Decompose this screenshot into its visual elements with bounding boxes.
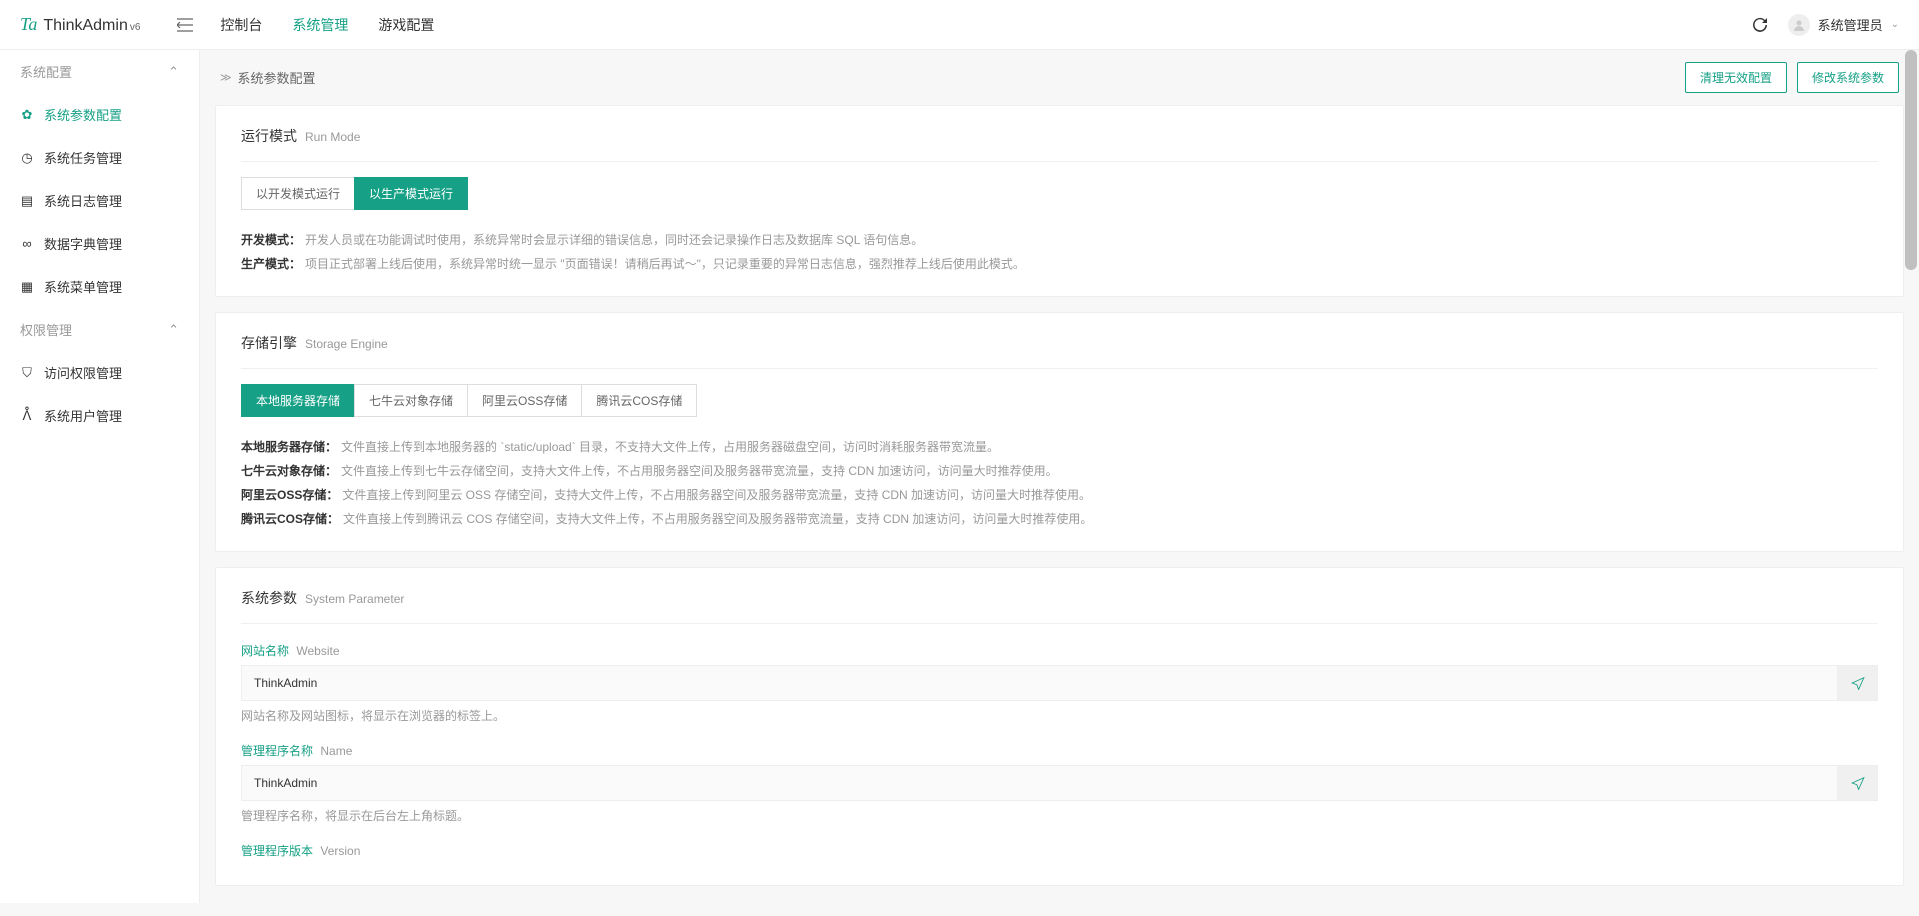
desc-aliyun: 阿里云OSS存储：文件直接上传到阿里云 OSS 存储空间，支持大文件上传，不占用… xyxy=(241,483,1878,507)
field-app-version: 管理程序版本 Version xyxy=(241,842,1878,859)
card-title: 系统参数 xyxy=(241,588,297,608)
topnav-system[interactable]: 系统管理 xyxy=(292,0,348,50)
card-title: 存储引擎 xyxy=(241,333,297,353)
desc-local: 本地服务器存储：文件直接上传到本地服务器的 `static/upload` 目录… xyxy=(241,435,1878,459)
sidebar-item-menu[interactable]: ▦ 系统菜单管理 xyxy=(0,265,199,308)
modify-params-button[interactable]: 修改系统参数 xyxy=(1797,62,1899,93)
page-actions: 清理无效配置 修改系统参数 xyxy=(1685,62,1899,93)
scrollbar-thumb[interactable] xyxy=(1905,50,1917,270)
brand-logo: Ta ThinkAdmin v6 xyxy=(20,14,140,35)
run-mode-card: 运行模式 Run Mode 以开发模式运行 以生产模式运行 开发模式：开发人员或… xyxy=(215,105,1904,297)
field-label: 管理程序名称 Name xyxy=(241,742,1878,759)
content-area: 运行模式 Run Mode 以开发模式运行 以生产模式运行 开发模式：开发人员或… xyxy=(200,105,1919,916)
hamburger-icon xyxy=(177,18,193,32)
topbar-right: 系统管理员 ⌄ xyxy=(1752,14,1899,36)
desc-qiniu: 七牛云对象存储：文件直接上传到七牛云存储空间，支持大文件上传，不占用服务器空间及… xyxy=(241,459,1878,483)
divider xyxy=(241,623,1878,624)
divider xyxy=(241,161,1878,162)
scrollbar[interactable] xyxy=(1905,50,1917,903)
desc-tencent: 腾讯云COS存储：文件直接上传到腾讯云 COS 存储空间，支持大文件上传，不占用… xyxy=(241,507,1878,531)
topnav-game[interactable]: 游戏配置 xyxy=(378,0,434,50)
field-website: 网站名称 Website 网站名称及网站图标，将显示在浏览器的标签上。 xyxy=(241,642,1878,724)
send-icon xyxy=(1851,676,1865,690)
chevron-up-icon: ⌃ xyxy=(168,322,179,338)
brand-name: ThinkAdmin xyxy=(43,17,127,35)
field-hint: 网站名称及网站图标，将显示在浏览器的标签上。 xyxy=(241,707,1878,724)
storage-card: 存储引擎 Storage Engine 本地服务器存储 七牛云对象存储 阿里云O… xyxy=(215,312,1904,552)
run-mode-tabs: 以开发模式运行 以生产模式运行 xyxy=(241,177,1878,210)
tab-dev-mode[interactable]: 以开发模式运行 xyxy=(241,177,355,210)
field-app-name: 管理程序名称 Name 管理程序名称，将显示在后台左上角标题。 xyxy=(241,742,1878,824)
sidebar-item-dict[interactable]: ∞ 数据字典管理 xyxy=(0,222,199,265)
sidebar-group-system: 系统配置 ⌃ ✿ 系统参数配置 ◷ 系统任务管理 ▤ 系统日志管理 ∞ 数据字典… xyxy=(0,50,199,308)
field-hint: 管理程序名称，将显示在后台左上角标题。 xyxy=(241,807,1878,824)
breadcrumb-arrow-icon: ≫ xyxy=(220,71,232,84)
sidebar-item-params[interactable]: ✿ 系统参数配置 xyxy=(0,93,199,136)
shield-icon: ⛉ xyxy=(20,365,34,381)
card-subtitle: Storage Engine xyxy=(305,337,388,351)
page-title: 系统参数配置 xyxy=(238,68,316,87)
sidebar-group-title[interactable]: 权限管理 ⌃ xyxy=(0,308,199,351)
gear-icon: ✿ xyxy=(20,107,34,123)
sidebar-item-users[interactable]: ᐰ 系统用户管理 xyxy=(0,394,199,437)
tab-tencent-storage[interactable]: 腾讯云COS存储 xyxy=(581,384,697,417)
user-name: 系统管理员 xyxy=(1818,15,1883,34)
send-icon xyxy=(1851,776,1865,790)
field-action-button[interactable] xyxy=(1838,765,1878,801)
brand-logo-icon: Ta xyxy=(20,14,37,35)
sidebar-collapse-button[interactable] xyxy=(170,10,200,40)
chevron-down-icon: ⌄ xyxy=(1891,19,1899,30)
topbar: Ta ThinkAdmin v6 控制台 系统管理 游戏配置 系统管理员 ⌄ xyxy=(0,0,1919,50)
brand-version: v6 xyxy=(130,22,141,33)
user-menu[interactable]: 系统管理员 ⌄ xyxy=(1788,14,1899,36)
sidebar-item-tasks[interactable]: ◷ 系统任务管理 xyxy=(0,136,199,179)
avatar-icon xyxy=(1788,14,1810,36)
desc-dev: 开发模式：开发人员或在功能调试时使用，系统异常时会显示详细的错误信息，同时还会记… xyxy=(241,228,1878,252)
clock-icon: ◷ xyxy=(20,150,34,166)
website-input[interactable] xyxy=(241,665,1838,701)
tab-prod-mode[interactable]: 以生产模式运行 xyxy=(354,177,468,210)
field-label: 网站名称 Website xyxy=(241,642,1878,659)
user-icon: ᐰ xyxy=(20,408,34,424)
divider xyxy=(241,368,1878,369)
params-card: 系统参数 System Parameter 网站名称 Website 网站名称及… xyxy=(215,567,1904,886)
sidebar: 系统配置 ⌃ ✿ 系统参数配置 ◷ 系统任务管理 ▤ 系统日志管理 ∞ 数据字典… xyxy=(0,50,200,903)
refresh-icon xyxy=(1752,17,1768,33)
sidebar-group-permission: 权限管理 ⌃ ⛉ 访问权限管理 ᐰ 系统用户管理 xyxy=(0,308,199,437)
card-subtitle: System Parameter xyxy=(305,592,404,606)
app-name-input[interactable] xyxy=(241,765,1838,801)
card-title: 运行模式 xyxy=(241,126,297,146)
card-subtitle: Run Mode xyxy=(305,130,360,144)
field-label: 管理程序版本 Version xyxy=(241,842,1878,859)
sidebar-item-logs[interactable]: ▤ 系统日志管理 xyxy=(0,179,199,222)
menu-icon: ▦ xyxy=(20,279,34,295)
tab-qiniu-storage[interactable]: 七牛云对象存储 xyxy=(354,384,468,417)
breadcrumb: ≫ 系统参数配置 xyxy=(220,68,316,87)
storage-tabs: 本地服务器存储 七牛云对象存储 阿里云OSS存储 腾讯云COS存储 xyxy=(241,384,1878,417)
topnav-console[interactable]: 控制台 xyxy=(220,0,262,50)
field-action-button[interactable] xyxy=(1838,665,1878,701)
chevron-up-icon: ⌃ xyxy=(168,64,179,80)
top-nav: 控制台 系统管理 游戏配置 xyxy=(220,0,434,50)
main-content: ≫ 系统参数配置 清理无效配置 修改系统参数 运行模式 Run Mode 以开发… xyxy=(200,50,1919,916)
page-header: ≫ 系统参数配置 清理无效配置 修改系统参数 xyxy=(200,50,1919,105)
doc-icon: ▤ xyxy=(20,193,34,209)
clean-config-button[interactable]: 清理无效配置 xyxy=(1685,62,1787,93)
tab-local-storage[interactable]: 本地服务器存储 xyxy=(241,384,355,417)
tab-aliyun-storage[interactable]: 阿里云OSS存储 xyxy=(467,384,582,417)
sidebar-group-title[interactable]: 系统配置 ⌃ xyxy=(0,50,199,93)
desc-prod: 生产模式：项目正式部署上线后使用，系统异常时统一显示 "页面错误！请稍后再试～"… xyxy=(241,252,1878,276)
sidebar-item-access[interactable]: ⛉ 访问权限管理 xyxy=(0,351,199,394)
loop-icon: ∞ xyxy=(20,236,34,251)
refresh-button[interactable] xyxy=(1752,17,1768,33)
